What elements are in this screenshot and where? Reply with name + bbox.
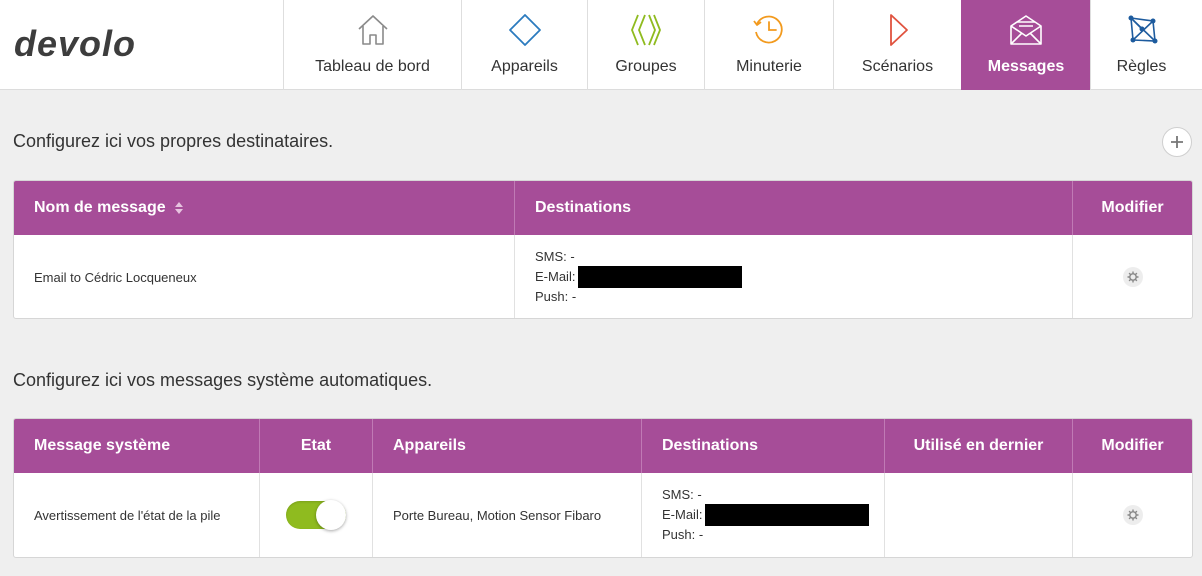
diamond-icon	[508, 14, 541, 46]
nav-label: Règles	[1116, 58, 1167, 75]
nav-tab-scenarios[interactable]: Scénarios	[833, 0, 961, 90]
add-recipient-button[interactable]	[1162, 127, 1192, 157]
header-last-used: Utilisé en dernier	[885, 419, 1073, 473]
system-messages-table: Message système Etat Appareils Destinati…	[13, 418, 1193, 558]
main-nav: Tableau de bord Appareils Groupes Minute…	[283, 0, 1192, 90]
nav-label: Groupes	[615, 58, 677, 75]
envelope-icon	[1010, 15, 1042, 45]
gear-icon[interactable]	[1122, 505, 1143, 525]
dest-sms: SMS: -	[535, 249, 575, 264]
logo-text: devolo	[14, 28, 136, 62]
plus-icon	[1171, 136, 1183, 148]
nav-tab-groups[interactable]: Groupes	[587, 0, 704, 90]
dest-email: E-Mail:	[535, 269, 576, 284]
dest-sms: SMS: -	[662, 487, 702, 502]
header-modify: Modifier	[1101, 437, 1164, 454]
recipients-table: Nom de message Destinations Modifier Ema…	[13, 180, 1193, 319]
top-header: devolo Tableau de bord Appareils Groupes	[0, 0, 1202, 90]
dest-push: Push: -	[535, 289, 577, 304]
dest-email: E-Mail:	[662, 507, 703, 522]
header-system-message: Message système	[14, 419, 260, 473]
sort-icon[interactable]	[174, 201, 184, 215]
recipient-destinations: SMS: - E-Mail: Push: -	[515, 235, 1073, 318]
modify-cell	[1073, 235, 1192, 318]
table-row: Avertissement de l'état de la pile Porte…	[14, 473, 1192, 557]
system-message-name: Avertissement de l'état de la pile	[14, 473, 260, 557]
devolo-logo[interactable]: devolo	[14, 28, 189, 62]
header-modify: Modifier	[1101, 199, 1164, 216]
nav-label: Minuterie	[736, 58, 802, 75]
nav-tab-dashboard[interactable]: Tableau de bord	[283, 0, 461, 90]
table-header: Message système Etat Appareils Destinati…	[14, 419, 1192, 473]
system-devices: Porte Bureau, Motion Sensor Fibaro	[373, 473, 642, 557]
table-header: Nom de message Destinations Modifier	[14, 181, 1192, 235]
system-destinations: SMS: - E-Mail: Push: -	[642, 473, 885, 557]
battery-warning-toggle[interactable]	[286, 500, 346, 530]
recipients-section-title: Configurez ici vos propres destinataires…	[13, 131, 334, 151]
recipient-name: Email to Cédric Locqueneux	[14, 235, 515, 318]
gear-icon[interactable]	[1122, 267, 1143, 287]
modify-cell	[1073, 473, 1192, 557]
header-devices: Appareils	[373, 419, 642, 473]
system-section-title: Configurez ici vos messages système auto…	[13, 370, 433, 390]
nav-label: Scénarios	[861, 58, 934, 75]
nav-tab-rules[interactable]: Règles	[1090, 0, 1192, 90]
play-triangle-icon	[889, 14, 908, 46]
table-row: Email to Cédric Locqueneux SMS: - E-Mail…	[14, 235, 1192, 318]
nav-tab-messages[interactable]: Messages	[961, 0, 1090, 90]
nav-label: Appareils	[491, 58, 558, 75]
last-used-cell	[885, 473, 1073, 557]
header-message-name[interactable]: Nom de message	[14, 181, 515, 235]
nav-label: Messages	[987, 58, 1065, 75]
groups-chevrons-icon	[631, 14, 661, 46]
dest-push: Push: -	[662, 527, 704, 542]
header-destinations: Destinations	[515, 181, 1073, 235]
state-cell	[260, 473, 373, 557]
toggle-knob	[316, 500, 346, 530]
header-state: Etat	[260, 419, 373, 473]
nav-tab-timer[interactable]: Minuterie	[704, 0, 833, 90]
nav-tab-devices[interactable]: Appareils	[461, 0, 587, 90]
network-rules-icon	[1128, 15, 1157, 44]
clock-icon	[753, 15, 783, 44]
redacted-email	[578, 266, 743, 288]
header-destinations: Destinations	[642, 419, 885, 473]
nav-label: Tableau de bord	[315, 58, 430, 75]
redacted-email	[705, 504, 870, 526]
header-label: Nom de message	[34, 199, 166, 216]
house-icon	[357, 15, 388, 45]
